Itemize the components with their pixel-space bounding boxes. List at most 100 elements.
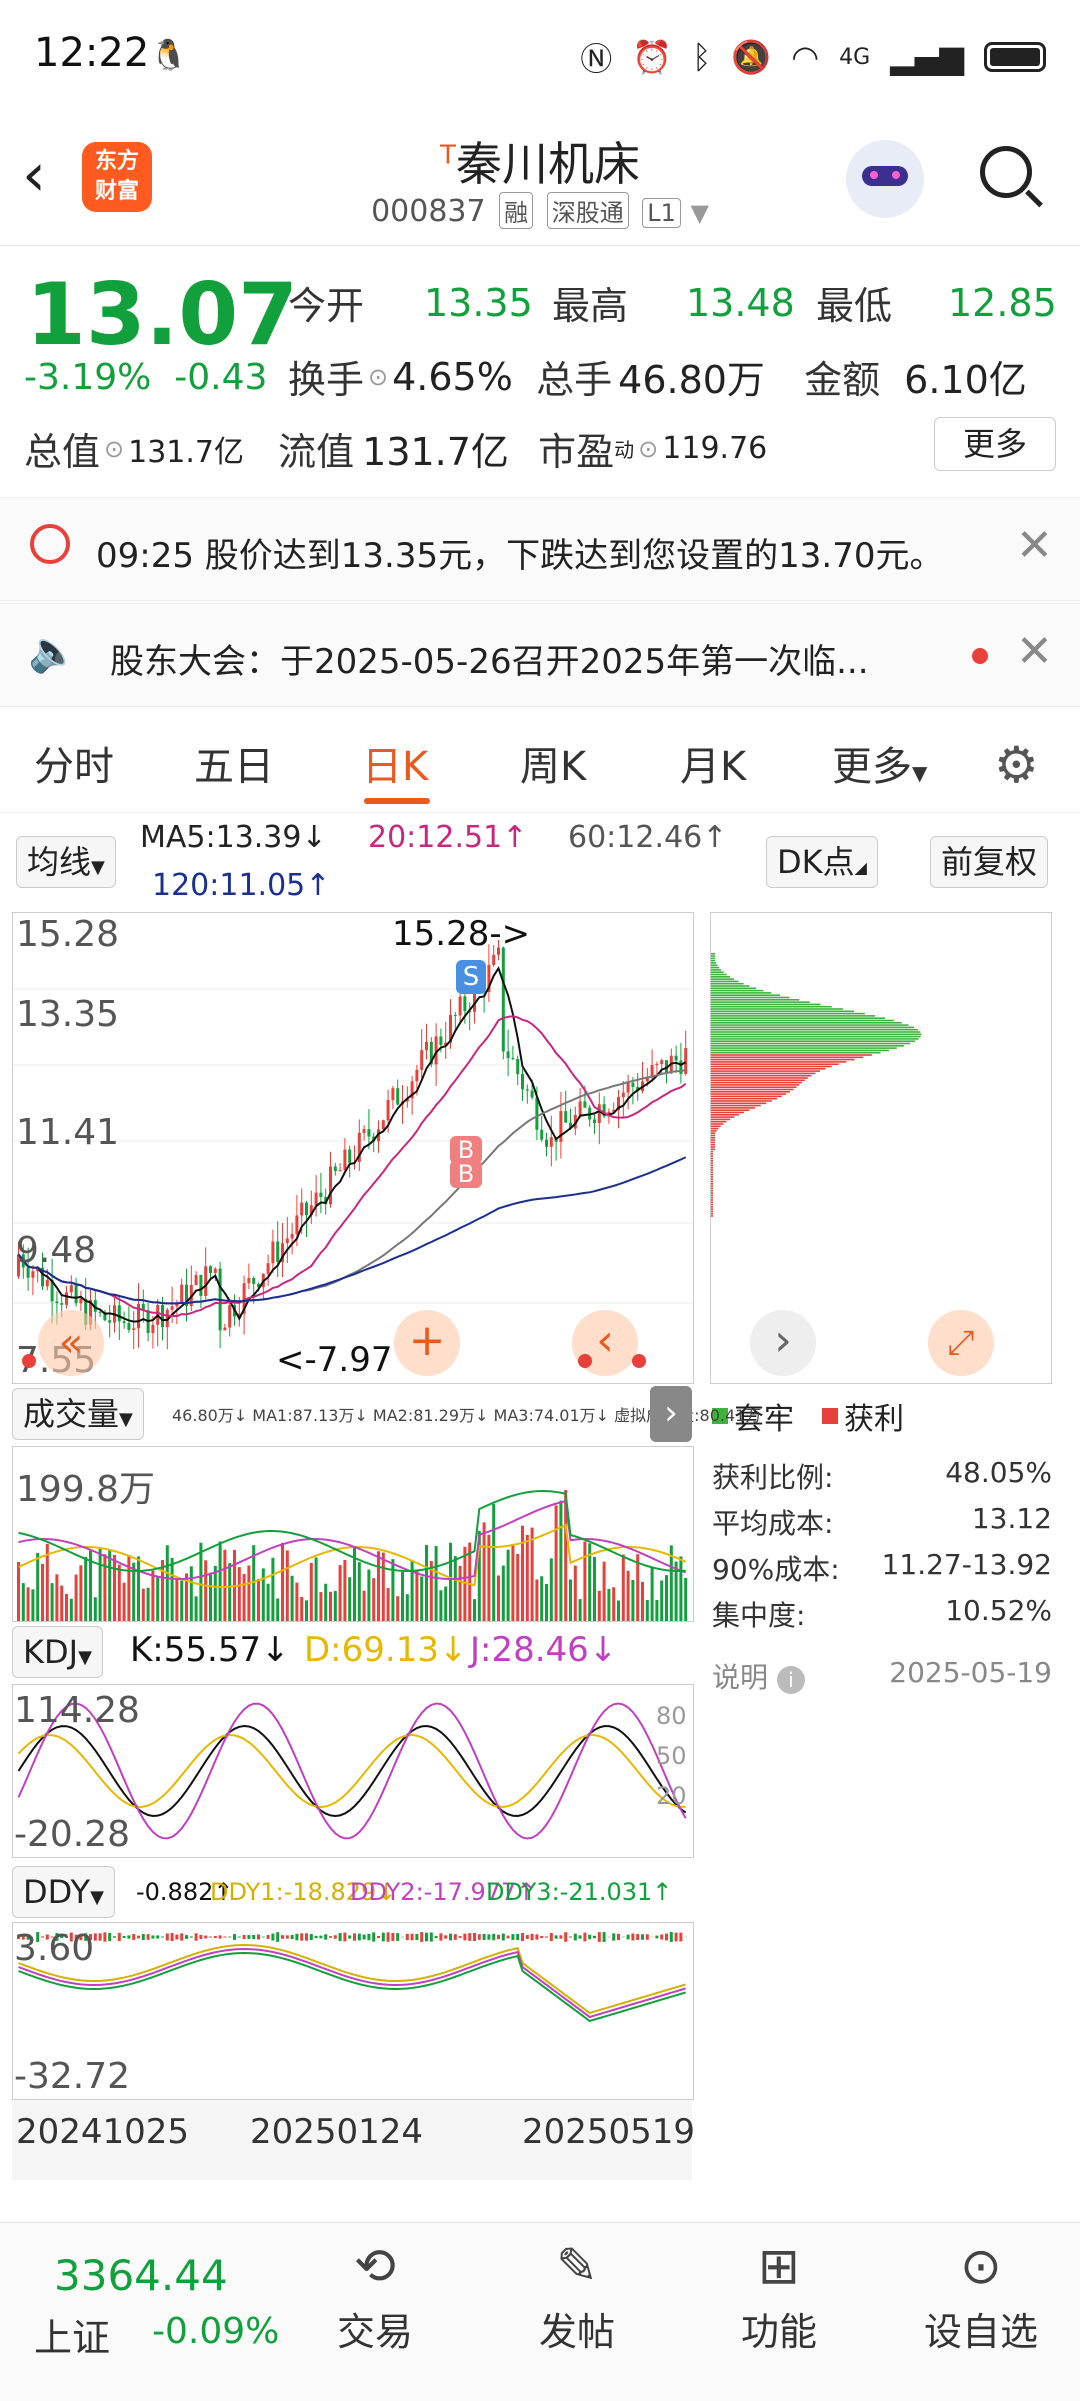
index-value[interactable]: 3364.44 (54, 2251, 228, 2300)
info-icon[interactable]: ⊙ (104, 435, 124, 463)
network-label: 4G (839, 45, 870, 70)
ddy-selector[interactable]: DDY▼ (12, 1866, 115, 1918)
candle-body (511, 1058, 514, 1059)
stock-name: 秦川机床 (456, 137, 640, 191)
chip-bar (711, 1107, 755, 1109)
volume-bar (679, 1556, 682, 1621)
volume-bar (473, 1599, 476, 1621)
chip-bar (711, 1052, 881, 1054)
info-icon[interactable]: ⊙ (368, 363, 388, 391)
info-icon[interactable]: ⊙ (638, 435, 658, 463)
high-value: 13.48 (686, 281, 816, 325)
tab-monthly-k[interactable]: 月K (680, 734, 746, 792)
volume-bar (497, 1576, 500, 1621)
more-button[interactable]: 更多 (934, 417, 1056, 471)
ddy-ymax: 3.60 (14, 1928, 94, 1969)
announcement-notice[interactable]: 🔈 股东大会：于2025-05-26召开2025年第一次临... ✕ (0, 603, 1080, 707)
open-value: 13.35 (424, 281, 552, 325)
close-icon[interactable]: ✕ (1016, 520, 1053, 571)
tab-more[interactable]: 更多▼ (832, 734, 927, 792)
volume-bar (247, 1566, 250, 1621)
scroll-left-fast-icon[interactable]: « (38, 1310, 104, 1376)
ddy-bar (142, 1934, 145, 1940)
gear-icon[interactable]: ⚙ (994, 736, 1039, 794)
turnover-value: 4.65% (392, 355, 522, 399)
ddy-bar (574, 1934, 577, 1941)
volume-bar (127, 1555, 130, 1621)
candle-body (564, 1111, 567, 1122)
tab-weekly-k[interactable]: 周K (520, 734, 586, 792)
volume-bar (444, 1587, 447, 1621)
chip-bar (711, 1172, 713, 1174)
dropdown-icon[interactable]: ▼ (690, 199, 708, 227)
kdj-selector[interactable]: KDJ▼ (12, 1626, 103, 1678)
volume-selector[interactable]: 成交量▼ (12, 1388, 144, 1440)
robot-assistant-icon[interactable] (846, 140, 924, 218)
nav-trade[interactable]: ⟲ 交易 (300, 2237, 450, 2356)
tab-daily-k[interactable]: 日K (362, 734, 428, 792)
ddy-bar (161, 1937, 164, 1938)
nav-watchlist[interactable]: ⊙ 设自选 (906, 2237, 1056, 2356)
adjust-button[interactable]: 前复权 (930, 836, 1048, 888)
chip-bar (711, 1093, 786, 1095)
collapse-arrow-icon[interactable]: › (650, 1386, 692, 1442)
low-annotation: <-7.97 (276, 1340, 392, 1380)
dropdown-icon: ▼ (78, 1647, 92, 1668)
volume-bar (36, 1553, 39, 1621)
ddy-bar (367, 1934, 370, 1940)
dropdown-icon: ▼ (912, 761, 927, 785)
ma-selector[interactable]: 均线▼ (16, 836, 116, 888)
chip-note-row[interactable]: 说明 i2025-05-19 (712, 1656, 1052, 1696)
close-icon[interactable]: ✕ (1016, 626, 1053, 677)
tab-five-day[interactable]: 五日 (194, 734, 274, 792)
volume-bar (559, 1501, 562, 1621)
chip-bar (711, 965, 718, 967)
ddy-bar (521, 1933, 524, 1941)
volume-bar (439, 1590, 442, 1621)
sell-marker[interactable]: S (456, 960, 486, 994)
tab-intraday[interactable]: 分时 (34, 734, 114, 792)
volume-bar (195, 1596, 198, 1621)
chip-bar (711, 1084, 799, 1086)
buy-marker[interactable]: B (450, 1160, 482, 1188)
chip-bar (711, 967, 719, 969)
candle-body (252, 1278, 255, 1284)
chip-bar (711, 1158, 713, 1160)
ddy-bar (247, 1935, 250, 1939)
dk-point-button[interactable]: DK点◢ (766, 836, 878, 888)
chip-bar (711, 1020, 894, 1022)
ddy-bar (195, 1933, 198, 1940)
nav-functions[interactable]: ⊞ 功能 (704, 2237, 854, 2356)
low-label: 最低 (816, 275, 948, 330)
volume-bar (343, 1560, 346, 1621)
ma-line-20 (19, 1016, 686, 1316)
expand-icon[interactable]: ⤢ (928, 1310, 994, 1376)
volume-bar (315, 1557, 318, 1621)
next-icon[interactable]: › (750, 1310, 816, 1376)
candle-body (75, 1285, 78, 1303)
volume-bar (622, 1555, 625, 1621)
chip-bar (711, 976, 730, 978)
ddy-bar (310, 1934, 313, 1940)
candle-body (305, 1203, 308, 1215)
volume-bar (199, 1543, 202, 1621)
ddy-bar (291, 1935, 294, 1939)
ddy-bar (185, 1935, 188, 1939)
kdj-k: K:55.57↓ (130, 1630, 290, 1670)
search-icon[interactable] (980, 146, 1032, 198)
volume-bar (329, 1592, 332, 1621)
ma60-value: 60:12.46↑ (568, 820, 727, 855)
candle-body (267, 1263, 270, 1274)
chip-bar (711, 1151, 713, 1153)
chip-distribution[interactable] (710, 912, 1052, 1384)
alert-notice[interactable]: 09:25 股价达到13.35元，下跌达到您设置的13.70元。 ✕ (0, 497, 1080, 601)
chip-bar (711, 1063, 839, 1065)
y-tick-2: 13.35 (16, 994, 119, 1035)
stat-profit-ratio: 获利比例:48.05% (712, 1456, 1052, 1496)
nav-post[interactable]: ✎ 发帖 (502, 2237, 652, 2356)
add-icon[interactable]: + (394, 1310, 460, 1376)
ddy-bar (315, 1936, 318, 1938)
chip-bar (711, 1015, 875, 1017)
candle-body (526, 1089, 529, 1090)
float-label: 流值 (278, 421, 354, 476)
